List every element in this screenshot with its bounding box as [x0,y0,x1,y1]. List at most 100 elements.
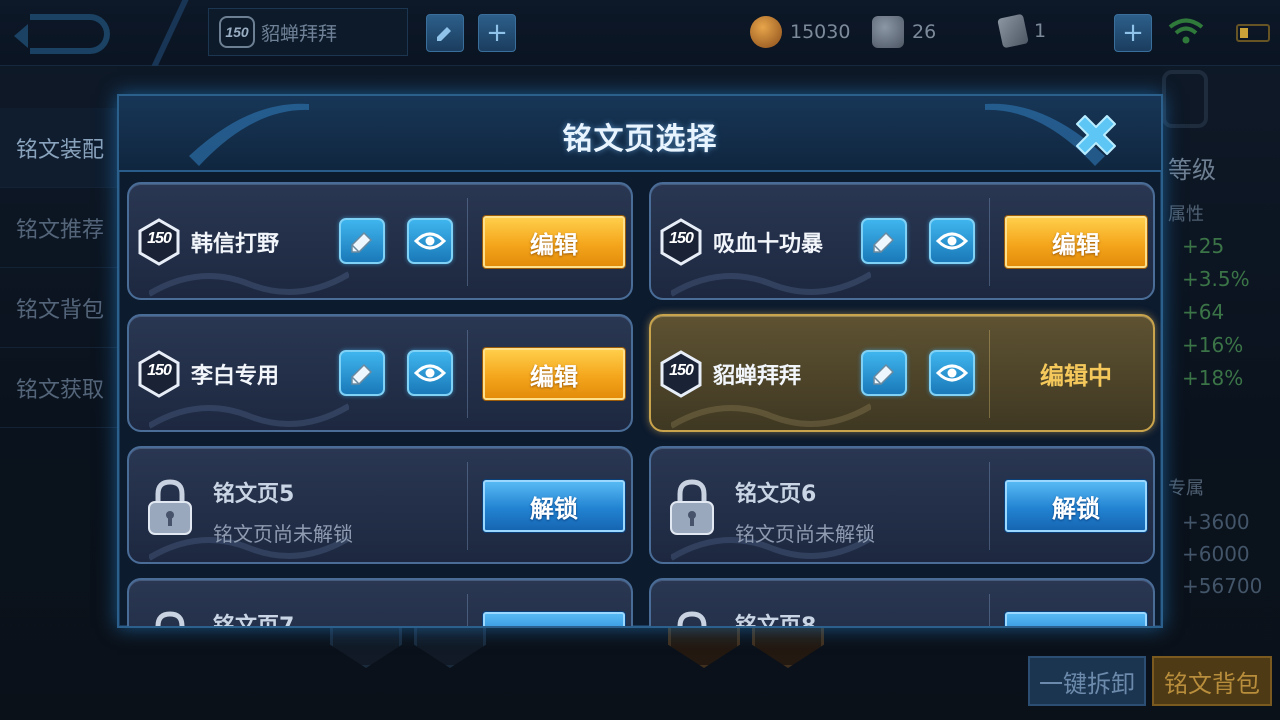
level-badge: 150 [219,16,255,48]
card-wave-decoration [149,403,349,429]
nav-rune-bag[interactable]: 铭文背包 [0,268,120,348]
battery-icon [1236,24,1270,42]
card-divider [989,198,990,286]
card-icon [997,13,1029,49]
add-page-plus-icon[interactable]: + [478,14,516,52]
nav-rune-recommend[interactable]: 铭文推荐 [0,188,120,268]
dialog-title: 铭文页选择 [562,122,718,157]
eraser-pencil-icon [873,363,895,385]
attr-value: +3.5% [1182,267,1250,291]
page-name: 韩信打野 [191,232,280,257]
diamond-icon [872,16,904,48]
page-name: 铭文页8 [735,614,817,628]
card-divider [467,330,468,418]
rename-button[interactable] [339,218,385,264]
page-name: 铭文页5 [213,482,295,507]
edit-button[interactable]: 编辑 [483,348,625,400]
card-divider [989,462,990,550]
eye-icon [414,232,446,250]
card-value: 1 [1034,20,1047,42]
unlock-button[interactable] [483,612,625,626]
nav-rune-equip[interactable]: 铭文装配 [0,108,120,188]
lock-icon [148,479,192,535]
unlock-button[interactable] [1005,612,1147,626]
rune-page-card-locked[interactable]: 铭文页5 铭文页尚未解锁 解锁 [127,446,633,564]
page-name: 铭文页7 [213,614,295,628]
page-name: 铭文页6 [735,482,817,507]
page-name: 貂蝉拜拜 [713,364,802,389]
lock-icon [677,611,707,626]
attr-value: +16% [1182,333,1244,357]
card-wave-decoration [149,271,349,297]
view-button[interactable] [929,218,975,264]
card-divider [989,594,990,626]
attr-value: +18% [1182,366,1244,390]
locked-description: 铭文页尚未解锁 [213,522,353,546]
level-title: 等级 [1168,156,1216,184]
dialog-header: 铭文页选择 [119,96,1161,172]
close-icon [1076,115,1116,155]
unlock-button[interactable]: 解锁 [483,480,625,532]
current-page-indicator[interactable]: 150 貂蝉拜拜 [208,8,408,56]
rune-page-card-locked[interactable]: 铭文页6 铭文页尚未解锁 解锁 [649,446,1155,564]
rune-page-card[interactable]: 150 李白专用 编辑 [127,314,633,432]
editing-status: 编辑中 [1040,362,1112,390]
extra-value: +3600 [1182,510,1250,534]
card-divider [989,330,990,418]
attr-value: +64 [1182,300,1225,324]
page-level: 150 [147,230,172,247]
rune-bag-button[interactable]: 铭文背包 [1152,656,1272,706]
card-divider [467,198,468,286]
card-divider [467,594,468,626]
page-name: 李白专用 [191,364,280,389]
wifi-icon [1168,18,1204,44]
rename-pencil-icon[interactable] [426,14,464,52]
rune-page-card[interactable]: 150 韩信打野 编辑 [127,182,633,300]
rune-page-select-dialog: 铭文页选择 150 韩信打野 编辑 150 吸血十功暴 编辑 150 李白专用 … [117,94,1163,628]
edit-button[interactable]: 编辑 [1005,216,1147,268]
page-level: 150 [669,362,694,379]
attr-label: 属性 [1168,204,1204,225]
view-button[interactable] [407,350,453,396]
eraser-pencil-icon [873,231,895,253]
back-arrow-icon[interactable] [14,14,110,54]
nav-rune-obtain[interactable]: 铭文获取 [0,348,120,428]
gold-coin-icon [750,16,782,48]
page-level: 150 [669,230,694,247]
page-level: 150 [147,362,172,379]
top-bar: 150 貂蝉拜拜 + 15030 26 1 + [0,0,1280,66]
current-page-name: 貂蝉拜拜 [261,22,338,45]
attr-value: +25 [1182,234,1225,258]
rune-page-card-current[interactable]: 150 貂蝉拜拜 编辑中 [649,314,1155,432]
gold-resource: 15030 [750,16,850,48]
lock-icon [155,611,185,626]
card-divider [467,462,468,550]
unlock-button[interactable]: 解锁 [1005,480,1147,532]
topup-plus-icon[interactable]: + [1114,14,1152,52]
unload-all-button[interactable]: 一键拆卸 [1028,656,1146,706]
extra-value: +6000 [1182,542,1250,566]
eraser-pencil-icon [351,231,373,253]
card-wave-decoration [671,271,871,297]
close-button[interactable] [1067,106,1125,164]
extra-label: 专属 [1168,478,1204,499]
extra-value: +56700 [1182,574,1263,598]
rename-button[interactable] [861,350,907,396]
gold-value: 15030 [790,21,851,43]
eye-icon [414,364,446,382]
rune-page-card-locked[interactable]: 铭文页8 [649,578,1155,628]
view-button[interactable] [929,350,975,396]
card-wave-decoration [671,403,871,429]
rune-page-card[interactable]: 150 吸血十功暴 编辑 [649,182,1155,300]
rename-button[interactable] [339,350,385,396]
rune-page-card-locked[interactable]: 铭文页7 [127,578,633,628]
view-button[interactable] [407,218,453,264]
top-decoration [150,0,190,66]
rename-button[interactable] [861,218,907,264]
edit-button[interactable]: 编辑 [483,216,625,268]
lock-icon [670,479,714,535]
left-nav: 铭文装配 铭文推荐 铭文背包 铭文获取 [0,108,120,428]
rune-page-list[interactable]: 150 韩信打野 编辑 150 吸血十功暴 编辑 150 李白专用 编辑 150… [119,174,1161,628]
page-name: 吸血十功暴 [713,232,824,257]
eye-icon [936,364,968,382]
